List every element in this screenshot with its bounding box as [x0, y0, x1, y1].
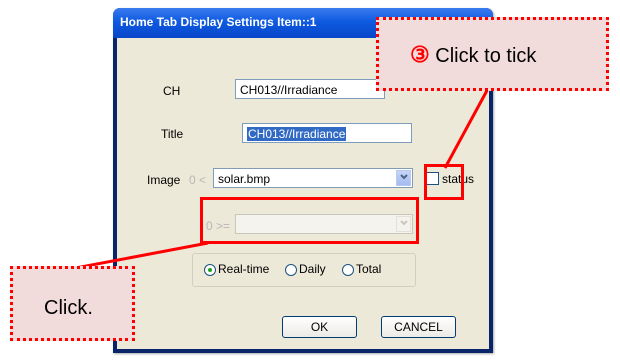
- click-callout-text: Click.: [44, 297, 93, 319]
- step-text: Click to tick: [435, 45, 537, 67]
- step3-callout-text: ③ Click to tick: [410, 42, 536, 68]
- second-field-highlight-box: [200, 197, 419, 244]
- status-highlight-box: [424, 164, 464, 200]
- step3-callout: ③ Click to tick: [376, 17, 609, 91]
- step-number: ③: [410, 42, 430, 67]
- click-callout: Click.: [10, 266, 135, 341]
